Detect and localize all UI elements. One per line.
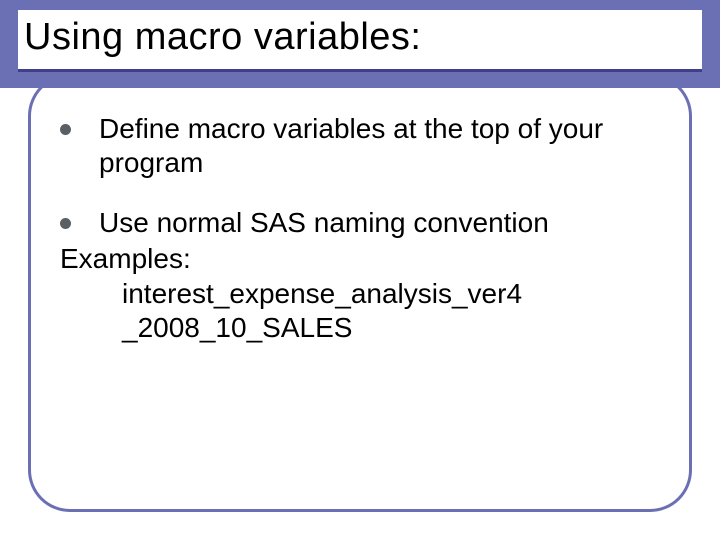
example-line: _2008_10_SALES xyxy=(122,311,660,345)
bullet-item: Use normal SAS naming convention xyxy=(60,206,660,240)
bullet-item: Define macro variables at the top of you… xyxy=(60,112,660,180)
title-box: Using macro variables: xyxy=(18,10,702,72)
bullet-text: Use normal SAS naming convention xyxy=(99,206,660,240)
slide-title: Using macro variables: xyxy=(24,16,696,59)
examples-label: Examples: xyxy=(60,242,660,276)
example-line: interest_expense_analysis_ver4 xyxy=(122,277,660,311)
bullet-text: Define macro variables at the top of you… xyxy=(99,112,660,180)
slide-content: Define macro variables at the top of you… xyxy=(60,112,660,345)
bullet-icon xyxy=(60,124,71,135)
bullet-icon xyxy=(60,218,71,229)
